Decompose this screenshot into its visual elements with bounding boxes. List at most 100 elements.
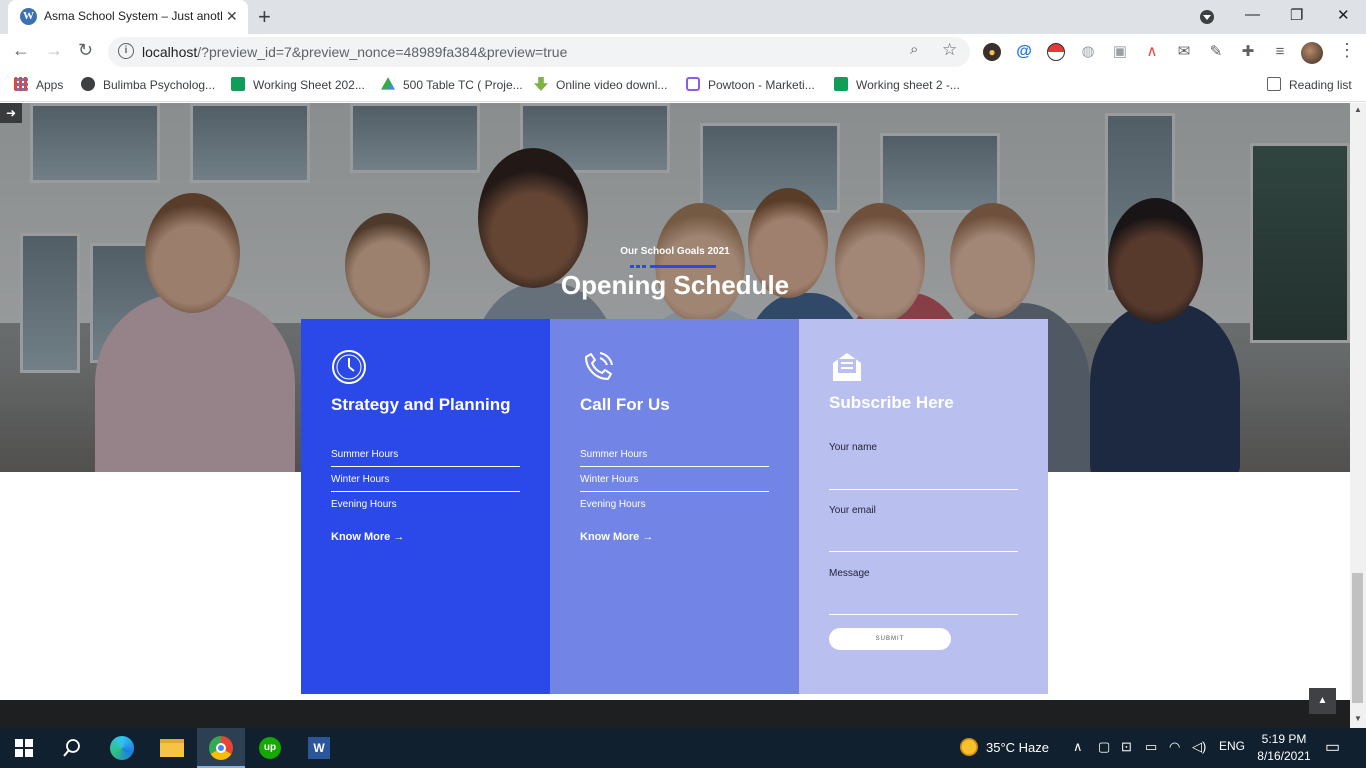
windows-start-icon[interactable] xyxy=(0,728,48,768)
search-icon[interactable] xyxy=(48,728,96,768)
know-more-link[interactable]: Know More → xyxy=(331,531,404,543)
language-indicator[interactable]: ENG xyxy=(1219,739,1245,753)
url-text[interactable]: localhost/?preview_id=7&preview_nonce=48… xyxy=(142,44,567,60)
battery-icon[interactable]: ▭ xyxy=(1145,739,1157,755)
tab-close-icon[interactable]: ✕ xyxy=(226,8,238,25)
evening-hours-item: Evening Hours xyxy=(580,499,646,510)
arrow-right-icon: → xyxy=(393,531,405,543)
file-explorer-icon[interactable] xyxy=(148,728,196,768)
window-close-button[interactable]: ✕ xyxy=(1337,6,1350,24)
know-more-label: Know More xyxy=(331,531,391,543)
chrome-taskbar-icon[interactable] xyxy=(197,728,245,768)
reload-icon[interactable]: ↻ xyxy=(78,40,93,61)
upwork-icon[interactable]: up xyxy=(246,728,294,768)
arrow-right-icon: → xyxy=(642,531,654,543)
section-subtitle: Our School Goals 2021 xyxy=(620,246,730,257)
summer-hours-item: Summer Hours xyxy=(580,449,769,467)
reading-list-button[interactable]: Reading list xyxy=(1267,77,1352,92)
clock-icon xyxy=(332,350,366,384)
extension-page-icon[interactable]: ▣ xyxy=(1111,43,1129,61)
bookmark-working-sheet-2[interactable]: Working sheet 2 -... xyxy=(834,77,960,92)
submit-button[interactable]: SUBMIT xyxy=(829,628,951,650)
sidebar-toggle-arrow-icon[interactable]: ➜ xyxy=(0,103,22,123)
winter-hours-item: Winter Hours xyxy=(580,474,769,492)
profile-avatar[interactable] xyxy=(1301,42,1323,64)
web-page: ➜ Our School Goals 2021 Opening Schedule… xyxy=(0,103,1350,700)
evening-hours-item: Evening Hours xyxy=(331,499,397,510)
page-scrollbar[interactable]: ▲ ▼ xyxy=(1350,103,1366,728)
new-tab-button[interactable]: + xyxy=(258,4,271,30)
tab-search-icon[interactable] xyxy=(1200,10,1214,24)
tray-camera-icon[interactable]: ▢ xyxy=(1098,739,1110,755)
back-icon[interactable]: ← xyxy=(12,40,30,61)
extension-at-icon[interactable]: @ xyxy=(1015,43,1033,61)
email-input[interactable] xyxy=(829,551,1018,552)
tab-title: Asma School System – Just anoth xyxy=(44,9,222,23)
message-input[interactable] xyxy=(829,614,1018,615)
bookmark-label: Powtoon - Marketi... xyxy=(708,78,815,92)
envelope-icon xyxy=(833,353,861,381)
extension-mail-icon[interactable]: ✉ xyxy=(1175,43,1193,61)
reading-list-icon xyxy=(1267,77,1281,91)
address-bar[interactable]: i localhost/?preview_id=7&preview_nonce=… xyxy=(108,37,970,67)
browser-tab[interactable]: W Asma School System – Just anoth ✕ xyxy=(8,0,248,34)
bookmark-apps[interactable]: Apps xyxy=(14,77,63,92)
edge-icon[interactable] xyxy=(98,728,146,768)
extension-a-icon[interactable]: ∧ xyxy=(1143,43,1161,61)
message-label: Message xyxy=(829,568,870,579)
extensions-puzzle-icon[interactable]: ✚ xyxy=(1239,43,1257,61)
scroll-up-arrow-icon[interactable]: ▲ xyxy=(1354,105,1362,114)
section-heading: Opening Schedule xyxy=(560,270,790,300)
bookmark-powtoon[interactable]: Powtoon - Marketi... xyxy=(686,77,815,92)
drive-icon xyxy=(381,77,395,90)
know-more-link[interactable]: Know More → xyxy=(580,531,653,543)
windows-taskbar: up W 35°C Haze ∧ ▢ ⊡ ▭ ◠ ◁) ENG 5:19 PM … xyxy=(0,728,1366,768)
download-arrow-icon xyxy=(534,77,548,91)
notification-center-icon[interactable]: ▭ xyxy=(1325,737,1340,757)
chrome-menu-icon[interactable]: ⋮ xyxy=(1338,40,1356,61)
bookmark-500-table[interactable]: 500 Table TC ( Proje... xyxy=(381,77,523,92)
wifi-icon[interactable]: ◠ xyxy=(1169,739,1180,755)
powtoon-icon xyxy=(686,77,700,91)
tray-chevron-up-icon[interactable]: ∧ xyxy=(1073,739,1083,755)
know-more-label: Know More xyxy=(580,531,640,543)
subscribe-card: Subscribe Here Your name Your email Mess… xyxy=(799,319,1048,694)
word-icon[interactable]: W xyxy=(295,728,343,768)
url-path: /?preview_id=7&preview_nonce=48989fa384&… xyxy=(197,44,568,60)
card-title: Call For Us xyxy=(580,395,670,414)
volume-icon[interactable]: ◁) xyxy=(1192,739,1206,755)
scroll-to-top-button[interactable]: ▲ xyxy=(1309,688,1336,714)
minimize-button[interactable]: — xyxy=(1245,6,1260,23)
media-control-icon[interactable]: ≡ xyxy=(1271,43,1289,61)
sheets-icon xyxy=(834,77,848,91)
bookmark-bulimba[interactable]: Bulimba Psycholog... xyxy=(81,77,215,92)
weather-widget[interactable]: 35°C Haze xyxy=(960,738,1049,756)
url-host: localhost xyxy=(142,44,198,60)
wordpress-icon: W xyxy=(20,8,37,25)
bookmark-online-video[interactable]: Online video downl... xyxy=(534,77,667,92)
scroll-down-arrow-icon[interactable]: ▼ xyxy=(1354,714,1362,723)
name-input[interactable] xyxy=(829,489,1018,490)
bookmark-label: 500 Table TC ( Proje... xyxy=(403,78,523,92)
name-label: Your name xyxy=(829,442,877,453)
tray-device-icon[interactable]: ⊡ xyxy=(1121,739,1132,755)
reading-list-label: Reading list xyxy=(1289,78,1352,92)
scrollbar-thumb[interactable] xyxy=(1352,573,1363,703)
clock-date: 8/16/2021 xyxy=(1257,749,1311,763)
winter-hours-item: Winter Hours xyxy=(331,474,520,492)
extension-globe-icon[interactable]: ◍ xyxy=(1079,43,1097,61)
extension-pokeball-icon[interactable] xyxy=(1047,43,1065,61)
email-label: Your email xyxy=(829,505,876,516)
call-for-us-card: Call For Us Summer Hours Winter Hours Ev… xyxy=(550,319,799,694)
search-icon[interactable]: ⌕ xyxy=(910,41,918,58)
extension-icon-1[interactable]: ● xyxy=(983,43,1001,61)
subtitle-underline xyxy=(650,265,716,268)
forward-icon[interactable]: → xyxy=(45,40,63,61)
sheets-icon xyxy=(231,77,245,91)
extension-eyedropper-icon[interactable]: ✎ xyxy=(1207,43,1225,61)
restore-button[interactable]: ❐ xyxy=(1290,6,1303,24)
bookmark-working-sheet[interactable]: Working Sheet 202... xyxy=(231,77,365,92)
bookmark-star-icon[interactable]: ☆ xyxy=(942,40,957,60)
system-clock[interactable]: 5:19 PM 8/16/2021 xyxy=(1252,731,1316,765)
site-info-icon[interactable]: i xyxy=(118,43,134,59)
